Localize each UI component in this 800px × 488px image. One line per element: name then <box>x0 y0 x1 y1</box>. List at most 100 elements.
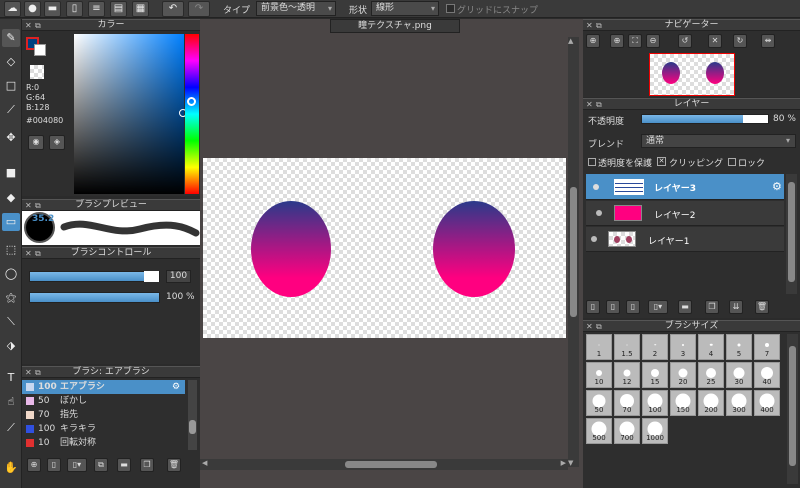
eyedropper-tool-icon[interactable]: ⟋ <box>2 419 20 437</box>
layer-row[interactable]: レイヤー3 ⚙ <box>586 174 784 200</box>
merge-layer-icon[interactable]: ⇊ <box>729 300 743 314</box>
popout-icon[interactable]: ⧉ <box>596 20 602 31</box>
brush-size-option[interactable]: 500 <box>586 418 612 444</box>
trash-icon[interactable]: 🗑 <box>167 458 181 472</box>
folder-icon[interactable]: ▬ <box>678 300 692 314</box>
add-brush-icon[interactable]: ⊕ <box>27 458 41 472</box>
brush-size-option[interactable]: 1.5 <box>614 334 640 360</box>
blend-select[interactable]: 通常 <box>641 134 796 148</box>
brush-tool-icon[interactable]: ✎ <box>2 29 20 47</box>
eye-icon[interactable] <box>591 236 597 242</box>
document-icon[interactable]: ≡ <box>88 1 105 17</box>
transparent-color[interactable] <box>30 65 44 79</box>
brush-size-option[interactable]: 70 <box>614 390 640 416</box>
clipping-checkbox[interactable]: ✕ <box>657 157 666 166</box>
chat-icon[interactable]: ▬ <box>44 1 61 17</box>
brush-size-option[interactable]: 4 <box>698 334 724 360</box>
vertical-scroll-thumb[interactable] <box>570 187 577 317</box>
move-tool-icon[interactable]: ✥ <box>2 129 20 147</box>
scroll-left-icon[interactable]: ◀ <box>202 459 207 467</box>
duplicate-icon[interactable]: ❐ <box>140 458 154 472</box>
canvas-tab[interactable]: 瞳テクスチャ.png <box>330 19 460 33</box>
new-file-icon[interactable]: ▯ <box>66 1 83 17</box>
new-layer-8bit-icon[interactable]: ▯ <box>606 300 620 314</box>
saturation-value-picker[interactable] <box>74 34 184 194</box>
scroll-up-icon[interactable]: ▲ <box>568 37 573 45</box>
bucket-tool-icon[interactable]: ◆ <box>2 189 20 207</box>
drawing-canvas[interactable] <box>203 158 566 338</box>
layer-row[interactable]: レイヤー2 <box>586 201 784 226</box>
close-icon[interactable]: ✕ <box>586 20 593 31</box>
brush-size-option[interactable]: 1 <box>586 334 612 360</box>
brush-opacity-slider[interactable] <box>29 292 160 303</box>
popout-icon[interactable]: ⧉ <box>35 367 41 378</box>
layer-menu-icon[interactable]: ▯▾ <box>648 300 668 314</box>
zoom-in-icon[interactable]: ⊕ <box>586 34 600 48</box>
zoom-icon[interactable]: ⊕ <box>610 34 624 48</box>
popout-icon[interactable]: ⧉ <box>35 248 41 259</box>
layers-scrollbar[interactable] <box>786 174 797 294</box>
eye-icon[interactable] <box>593 184 599 190</box>
list-item[interactable]: 70 指先 <box>22 408 185 422</box>
brush-size-option[interactable]: 3 <box>670 334 696 360</box>
popout-icon[interactable]: ⧉ <box>35 200 41 211</box>
layer-row[interactable]: レイヤー1 <box>586 227 784 252</box>
brush-size-option[interactable]: 200 <box>698 390 724 416</box>
eraser-tool-icon[interactable]: ◇ <box>2 53 20 71</box>
background-color[interactable] <box>34 44 46 56</box>
folder-icon[interactable]: ▬ <box>117 458 131 472</box>
popout-icon[interactable]: ⧉ <box>596 99 602 110</box>
hue-cursor[interactable] <box>187 97 196 106</box>
flip-icon[interactable]: ⇹ <box>761 34 775 48</box>
brush-size-option[interactable]: 20 <box>670 362 696 388</box>
vertical-scrollbar[interactable]: ▲ ▼ <box>568 37 579 467</box>
brush-size-option[interactable]: 400 <box>754 390 780 416</box>
color-history-icon[interactable]: ◈ <box>49 135 65 150</box>
palette-icon[interactable]: ◉ <box>28 135 44 150</box>
brush-size-value[interactable]: 100 <box>166 270 191 283</box>
gear-icon[interactable]: ⚙ <box>772 180 782 193</box>
brush-size-option[interactable]: 150 <box>670 390 696 416</box>
select-pen-tool-icon[interactable]: ⟍ <box>2 313 20 331</box>
close-icon[interactable]: ✕ <box>25 248 32 259</box>
brush-menu-icon[interactable]: ▯▾ <box>67 458 87 472</box>
close-icon[interactable]: ✕ <box>25 200 32 211</box>
select-rect-tool-icon[interactable]: ⬚ <box>2 241 20 259</box>
popout-icon[interactable]: ⧉ <box>35 20 41 31</box>
scroll-down-icon[interactable]: ▼ <box>568 459 573 467</box>
reset-view-icon[interactable]: ✕ <box>708 34 722 48</box>
rotate-right-icon[interactable]: ↻ <box>733 34 747 48</box>
brush-size-option[interactable]: 300 <box>726 390 752 416</box>
horizontal-scrollbar[interactable]: ◀ ▶ <box>200 459 568 470</box>
brush-list-scrollbar[interactable] <box>188 380 197 450</box>
scroll-right-icon[interactable]: ▶ <box>561 459 566 467</box>
brush-size-option[interactable]: 30 <box>726 362 752 388</box>
brush-size-option[interactable]: 2 <box>642 334 668 360</box>
fit-icon[interactable]: ⛶ <box>628 34 642 48</box>
close-icon[interactable]: ✕ <box>586 321 593 332</box>
operation-tool-icon[interactable]: ☝ <box>2 393 20 411</box>
undo-icon[interactable]: ↶ <box>162 1 184 17</box>
magic-wand-tool-icon[interactable]: ⚝ <box>2 289 20 307</box>
rectangle-tool-icon[interactable]: □ <box>2 77 20 95</box>
select-eraser-tool-icon[interactable]: ⬗ <box>2 337 20 355</box>
layers-doc-icon[interactable]: ▤ <box>110 1 127 17</box>
brush-size-option[interactable]: 50 <box>586 390 612 416</box>
zoom-out-icon[interactable]: ⊖ <box>646 34 660 48</box>
close-icon[interactable]: ✕ <box>25 20 32 31</box>
text-tool-icon[interactable]: T <box>2 369 20 387</box>
lock-checkbox[interactable] <box>728 158 736 166</box>
popout-icon[interactable]: ⧉ <box>596 321 602 332</box>
gear-icon[interactable]: ⚙ <box>172 380 180 394</box>
brush-size-option[interactable]: 12 <box>614 362 640 388</box>
redo-icon[interactable]: ↷ <box>188 1 210 17</box>
grid-icon[interactable]: ▦ <box>132 1 149 17</box>
new-brush-icon[interactable]: ▯ <box>47 458 61 472</box>
type-select[interactable]: 前景色～透明 <box>256 1 336 16</box>
brush-size-option[interactable]: 1000 <box>642 418 668 444</box>
eye-icon[interactable] <box>596 210 602 216</box>
copy-brush-icon[interactable]: ⧉ <box>94 458 108 472</box>
lasso-tool-icon[interactable]: ◯ <box>2 265 20 283</box>
close-icon[interactable]: ✕ <box>586 99 593 110</box>
close-icon[interactable]: ✕ <box>25 367 32 378</box>
